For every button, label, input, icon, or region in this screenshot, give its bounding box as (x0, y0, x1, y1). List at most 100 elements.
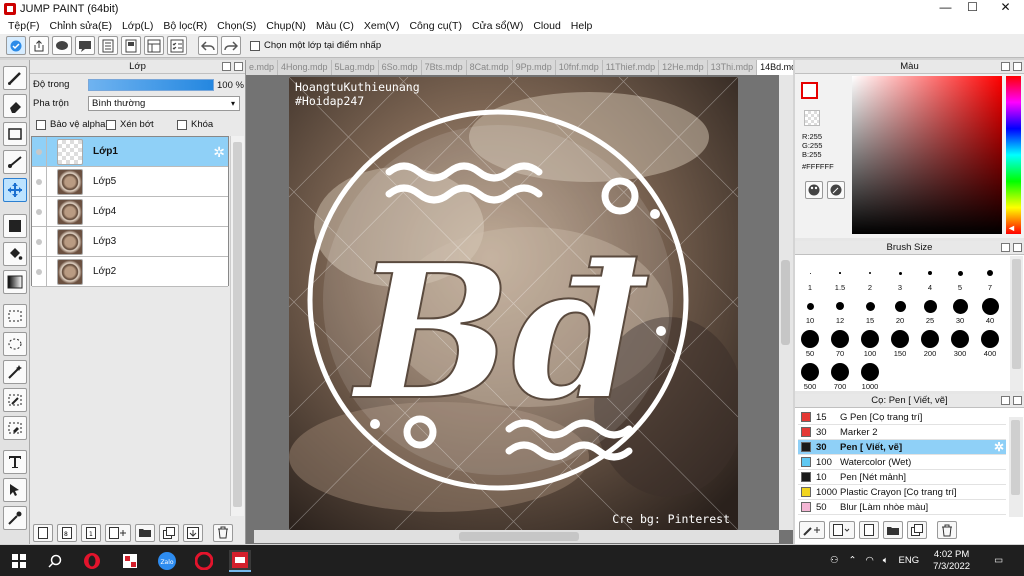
windows-start-icon[interactable] (8, 550, 30, 572)
brush-size-700[interactable]: 700 (825, 362, 855, 391)
pen-copy-icon[interactable] (859, 521, 879, 539)
alpha-protect-option[interactable]: Bảo vệ alpha (36, 119, 105, 130)
visibility-toggle[interactable] (32, 238, 46, 245)
clipping-checkbox[interactable] (106, 119, 116, 130)
select-eraser-icon[interactable] (3, 416, 27, 440)
panel-float-icon[interactable] (1001, 62, 1010, 71)
eraser-tool-icon[interactable] (3, 94, 27, 118)
search-icon[interactable] (44, 550, 66, 572)
lock-option[interactable]: Khóa (177, 119, 213, 130)
brush-size-150[interactable]: 150 (885, 329, 915, 358)
brush-size-40[interactable]: 40 (975, 296, 1005, 325)
close-button[interactable]: ✕ (983, 0, 1024, 17)
language-indicator[interactable]: ENG (899, 555, 920, 566)
brush-size-15[interactable]: 15 (855, 296, 885, 325)
layer-list-scrollbar[interactable] (230, 136, 244, 516)
pen-item[interactable]: 30 Pen [ Viết, vẽ] ✲ (798, 440, 1006, 455)
pen-trash-icon[interactable] (937, 521, 957, 539)
pen-duplicate-icon[interactable] (907, 521, 927, 539)
gradient-tool-icon[interactable] (3, 270, 27, 294)
pen-item[interactable]: 50 Blur [Làm nhòe màu] (798, 500, 1006, 515)
visibility-toggle[interactable] (32, 148, 46, 155)
menu-cloud[interactable]: Cloud (528, 20, 565, 32)
layout-icon[interactable] (144, 36, 164, 55)
tray-chevron-icon[interactable]: ⌃ (849, 555, 857, 566)
gear-icon[interactable]: ✲ (994, 440, 1004, 454)
layer-row-lop1[interactable]: Lớp1 ✲ (32, 136, 228, 167)
tab-14bd[interactable]: 14Bd.mdp (757, 60, 793, 75)
rect-select-icon[interactable] (3, 304, 27, 328)
layer-row-lop3[interactable]: Lớp3 (32, 226, 228, 257)
menu-help[interactable]: Help (566, 20, 598, 32)
blend-mode-select[interactable]: Bình thường ▾ (88, 96, 240, 111)
brush-size-400[interactable]: 400 (975, 329, 1005, 358)
pen-list-scrollbar[interactable] (1009, 417, 1023, 517)
new-layer-icon[interactable] (33, 523, 53, 542)
menu-capture[interactable]: Chụp(N) (261, 20, 311, 32)
palette-icon[interactable] (805, 181, 823, 199)
menu-window[interactable]: Cửa sổ(W) (467, 20, 528, 32)
bucket-tool-icon[interactable] (3, 242, 27, 266)
brush-size-70[interactable]: 70 (825, 329, 855, 358)
fill-rectangle-icon[interactable] (3, 214, 27, 238)
add-layer-menu-icon[interactable] (105, 523, 131, 542)
menu-select[interactable]: Chọn(S) (212, 20, 261, 32)
eyedropper-tool-icon[interactable] (3, 506, 27, 530)
visibility-toggle[interactable] (32, 268, 46, 275)
tab-11thief[interactable]: 11Thief.mdp (603, 60, 660, 75)
pen-item[interactable]: 10 Pen [Nét mảnh] (798, 470, 1006, 485)
gear-icon[interactable]: ✲ (213, 144, 225, 161)
panel-close-icon[interactable] (234, 62, 243, 71)
operation-tool-icon[interactable] (3, 478, 27, 502)
tab-e[interactable]: e.mdp (246, 60, 279, 75)
people-icon[interactable]: ⚇ (830, 555, 839, 566)
visibility-toggle[interactable] (32, 208, 46, 215)
clock[interactable]: 4:02 PM 7/3/2022 (933, 549, 970, 573)
undo-icon[interactable] (198, 36, 218, 55)
opacity-slider[interactable] (88, 79, 214, 91)
brush-size-1-5[interactable]: 1.5 (825, 263, 855, 292)
tab-8cat[interactable]: 8Cat.mdp (467, 60, 513, 75)
menu-file[interactable]: Tệp(F) (3, 20, 45, 32)
tab-4hong[interactable]: 4Hong.mdp (278, 60, 332, 75)
lock-checkbox[interactable] (177, 119, 187, 130)
alpha-protect-checkbox[interactable] (36, 119, 46, 130)
tab-9pp[interactable]: 9Pp.mdp (513, 60, 556, 75)
brush-size-500[interactable]: 500 (795, 362, 825, 391)
saturation-value-picker[interactable] (852, 76, 1002, 234)
brush-size-25[interactable]: 25 (915, 296, 945, 325)
brush-size-300[interactable]: 300 (945, 329, 975, 358)
select-layer-checkbox[interactable] (250, 40, 260, 51)
redo-icon[interactable] (221, 36, 241, 55)
opera-icon[interactable] (81, 550, 103, 572)
brush-size-200[interactable]: 200 (915, 329, 945, 358)
wifi-icon[interactable]: ◠ (866, 555, 874, 566)
new-1bit-layer-icon[interactable]: 1 (81, 523, 101, 542)
visibility-toggle[interactable] (32, 178, 46, 185)
comment-box-icon[interactable] (75, 36, 95, 55)
select-layer-on-click-option[interactable]: Chọn một lớp tại điểm nhấp (250, 40, 381, 51)
jump-paint-taskbar-icon[interactable] (229, 550, 251, 572)
brush-size-30[interactable]: 30 (945, 296, 975, 325)
pen-menu-icon[interactable] (829, 521, 855, 539)
tab-5lag[interactable]: 5Lag.mdp (332, 60, 379, 75)
merge-layer-icon[interactable] (183, 523, 203, 542)
brush-size-12[interactable]: 12 (825, 296, 855, 325)
new-8bit-layer-icon[interactable]: 8 (57, 523, 77, 542)
panel-close-icon[interactable] (1013, 62, 1022, 71)
text-tool-icon[interactable] (3, 450, 27, 474)
share-icon[interactable] (29, 36, 49, 55)
menu-layer[interactable]: Lớp(L) (117, 20, 158, 32)
tab-12he[interactable]: 12He.mdp (659, 60, 708, 75)
folder-icon[interactable] (135, 523, 155, 542)
tab-6so[interactable]: 6So.mdp (379, 60, 422, 75)
rectangle-tool-icon[interactable] (3, 122, 27, 146)
pen-folder-icon[interactable] (883, 521, 903, 539)
foreground-color-swatch[interactable] (801, 82, 818, 99)
menu-edit[interactable]: Chỉnh sửa(E) (45, 20, 117, 32)
hue-slider[interactable] (1006, 76, 1021, 234)
line-tool-icon[interactable] (3, 150, 27, 174)
menu-tools[interactable]: Công cụ(T) (404, 20, 467, 32)
pen-item[interactable]: 100 Watercolor (Wet) (798, 455, 1006, 470)
panel-close-icon[interactable] (1013, 243, 1022, 252)
